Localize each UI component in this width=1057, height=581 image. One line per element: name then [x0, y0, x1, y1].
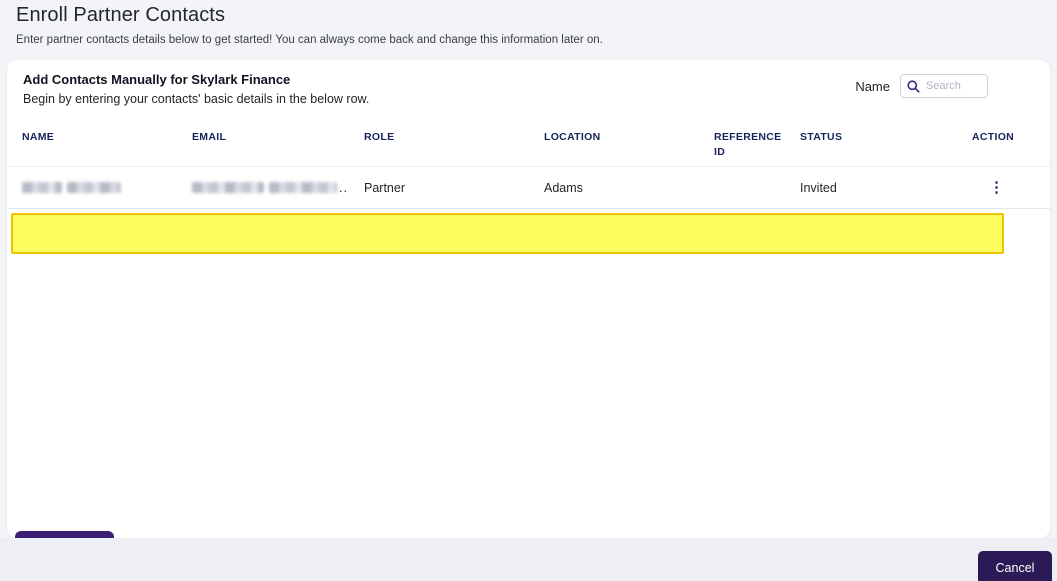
card-header: Add Contacts Manually for Skylark Financ… [7, 60, 1050, 106]
redacted-email-text [192, 182, 264, 193]
column-header-location: LOCATION [544, 130, 714, 160]
redacted-name-text-2 [67, 182, 121, 193]
column-header-action: ACTION [972, 130, 1050, 160]
column-header-name: NAME [22, 130, 192, 160]
redacted-email-text-2 [269, 182, 337, 193]
page-title: Enroll Partner Contacts [16, 4, 1041, 27]
column-header-email: EMAIL [192, 130, 364, 160]
cell-email: .. [192, 181, 364, 195]
card-header-text: Add Contacts Manually for Skylark Financ… [23, 72, 369, 106]
enroll-partner-contacts-page: Enroll Partner Contacts Enter partner co… [0, 0, 1057, 581]
redacted-name-text [22, 182, 62, 193]
new-contact-entry-row-highlighted[interactable] [11, 213, 1004, 254]
cell-status: Invited [800, 181, 972, 195]
email-truncation: .. [339, 181, 348, 195]
table-row: .. Partner Adams Invited ⋮ [7, 167, 1050, 209]
magnifier-icon [907, 80, 920, 93]
add-contacts-card: Add Contacts Manually for Skylark Financ… [7, 60, 1050, 538]
card-subtitle: Begin by entering your contacts' basic d… [23, 92, 369, 106]
footer-bar: Cancel [0, 538, 1057, 581]
cancel-button[interactable]: Cancel [978, 551, 1052, 581]
column-header-reference-id: REFERENCE ID [714, 130, 800, 160]
search-label: Name [855, 79, 890, 94]
column-header-status: STATUS [800, 130, 972, 160]
column-header-role: ROLE [364, 130, 544, 160]
cell-location: Adams [544, 181, 714, 195]
search-box[interactable] [900, 74, 988, 98]
page-header: Enroll Partner Contacts Enter partner co… [0, 0, 1057, 46]
cell-name [22, 182, 192, 193]
table-header-row: NAME EMAIL ROLE LOCATION REFERENCE ID ST… [7, 130, 1050, 167]
search-input[interactable] [926, 80, 981, 92]
name-search: Name [855, 74, 988, 98]
kebab-menu-icon[interactable]: ⋮ [989, 180, 1004, 195]
card-title: Add Contacts Manually for Skylark Financ… [23, 72, 369, 87]
page-subtitle: Enter partner contacts details below to … [16, 34, 1041, 46]
cell-action: ⋮ [972, 180, 1050, 195]
cell-role: Partner [364, 181, 544, 195]
